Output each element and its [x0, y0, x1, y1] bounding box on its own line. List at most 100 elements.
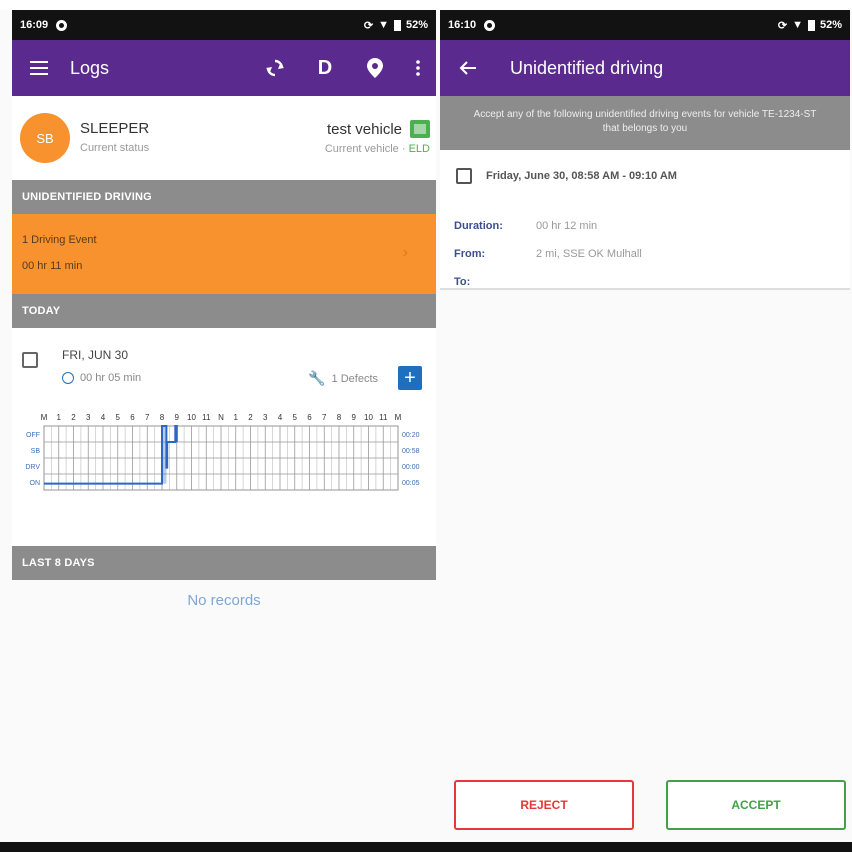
hour-label: 10 [364, 413, 373, 422]
hour-label: 11 [379, 413, 388, 422]
row-label: OFF [26, 432, 40, 439]
no-records-text: No records [187, 592, 261, 609]
notification-icon [484, 19, 496, 31]
sync-status-icon: ⟳ [777, 19, 788, 32]
unidentified-driving-header: UNIDENTIFIED DRIVING [12, 180, 436, 214]
hour-label: M [41, 413, 48, 422]
eld-connected-icon [410, 120, 430, 138]
hour-label: 6 [307, 413, 312, 422]
row-total: 00:05 [402, 480, 420, 487]
event-title: Friday, June 30, 08:58 AM - 09:10 AM [486, 170, 677, 182]
unidentified-driving-screen: 16:10 ⟳ ▼ 52% Unidentified driving Accep… [438, 0, 852, 852]
today-header: TODAY [12, 294, 436, 328]
day-checkbox[interactable] [22, 352, 38, 368]
status-right: ⟳ ▼ 52% [778, 19, 842, 32]
hour-label: 2 [71, 413, 76, 422]
app-bar: Logs D [12, 40, 436, 96]
row-total: 00:00 [402, 464, 420, 471]
row-label: ON [30, 480, 41, 487]
hour-label: N [218, 413, 224, 422]
status-time: 16:09 [20, 19, 49, 31]
hour-label: 9 [352, 413, 357, 422]
from-value: 2 mi, SSE OK Mulhall [536, 248, 642, 260]
status-caption: Current status [80, 142, 150, 154]
wifi-icon: ▼ [378, 19, 389, 31]
vehicle-name: test vehicle [326, 120, 402, 138]
to-label: To: [454, 276, 471, 288]
logs-screen: 16:09 ⟳ ▼ 52% Logs D SB SLEEPER Current … [0, 0, 438, 852]
status-time: 16:10 [448, 19, 477, 31]
drive-segment-highlight [162, 426, 167, 484]
today-card: FRI, JUN 30 00 hr 05 min 🔧 1 Defects + M… [12, 328, 436, 546]
hour-label: 1 [57, 413, 62, 422]
accept-label: ACCEPT [731, 798, 781, 812]
page: 16:09 ⟳ ▼ 52% Logs D SB SLEEPER Current … [0, 0, 852, 852]
back-arrow-icon[interactable] [440, 40, 496, 96]
hour-label: 3 [86, 413, 91, 422]
more-vert-icon[interactable] [400, 40, 436, 96]
event-count: 1 Driving Event [22, 234, 97, 246]
hour-label: M [395, 413, 402, 422]
log-graph: M 1 2 3 4 5 6 7 8 9 10 11 N 1 2 3 4 5 6 7 8 9 10 11 MOFF 00:20SB 0… [25, 413, 420, 491]
current-vehicle[interactable]: test vehicle Current vehicle · ELD [325, 120, 430, 155]
vehicle-caption: Current vehicle [324, 143, 399, 155]
unidentified-event-card[interactable]: 1 Driving Event 00 hr 11 min › [12, 214, 436, 294]
row-label: SB [31, 448, 41, 455]
accept-button[interactable]: ACCEPT [666, 780, 846, 830]
top-margin [0, 0, 438, 10]
hour-label: 7 [322, 413, 327, 422]
status-right: ⟳ ▼ 52% [364, 19, 428, 32]
event-duration: 00 hr 11 min [22, 260, 83, 272]
row-label: DRV [25, 464, 40, 471]
hour-label: 9 [175, 413, 180, 422]
hour-label: 5 [116, 413, 121, 422]
duration-label: Duration: [454, 220, 503, 232]
hour-label: 8 [160, 413, 165, 422]
from-label: From: [454, 248, 486, 260]
sync-status-icon: ⟳ [363, 19, 374, 32]
sync-icon[interactable] [250, 40, 300, 96]
wifi-icon: ▼ [792, 19, 803, 31]
avatar: SB [20, 113, 70, 163]
page-title: Logs [70, 57, 110, 78]
chevron-right-icon: › [402, 244, 408, 261]
hour-label: 10 [187, 413, 196, 422]
status-value: SLEEPER [80, 120, 150, 137]
hour-label: 4 [278, 413, 283, 422]
defects-count[interactable]: 1 Defects [332, 373, 378, 385]
menu-icon[interactable] [30, 61, 48, 75]
app-bar: Unidentified driving [440, 40, 850, 96]
current-status: SLEEPER Current status [80, 120, 149, 154]
duty-status-button[interactable]: D [300, 40, 350, 96]
info-banner: Accept any of the following unidentified… [440, 96, 850, 150]
hour-label: 5 [293, 413, 298, 422]
battery-percent: 52% [819, 19, 842, 31]
status-card: SB SLEEPER Current status test vehicle C… [12, 96, 436, 180]
row-total: 00:20 [402, 432, 420, 439]
status-bar: 16:10 ⟳ ▼ 52% [440, 10, 850, 40]
bottom-nav-bar [438, 842, 852, 852]
location-pin-icon[interactable] [350, 40, 400, 96]
unidentified-content: Accept any of the following unidentified… [440, 96, 850, 842]
reject-button[interactable]: REJECT [454, 780, 634, 830]
duration-value: 00 hr 12 min [536, 220, 598, 232]
hour-label: 2 [248, 413, 253, 422]
hour-label: 4 [101, 413, 106, 422]
hour-label: 3 [263, 413, 268, 422]
row-total: 00:58 [402, 448, 420, 455]
hour-label: 11 [202, 413, 211, 422]
battery-percent: 52% [405, 19, 428, 31]
top-margin [438, 0, 852, 10]
hour-label: 8 [337, 413, 342, 422]
duty-letter: D [317, 56, 333, 79]
event-checkbox[interactable] [456, 168, 472, 184]
day-duration: 00 hr 05 min [80, 372, 142, 384]
logs-content: SB SLEEPER Current status test vehicle C… [12, 96, 436, 842]
hour-label: 7 [145, 413, 150, 422]
hour-label: 1 [234, 413, 239, 422]
wrench-icon: 🔧 [308, 370, 326, 386]
add-defect-button[interactable]: + [398, 366, 422, 390]
battery-icon [807, 19, 815, 31]
eld-label: ELD [408, 143, 430, 155]
avatar-initials: SB [36, 130, 54, 146]
